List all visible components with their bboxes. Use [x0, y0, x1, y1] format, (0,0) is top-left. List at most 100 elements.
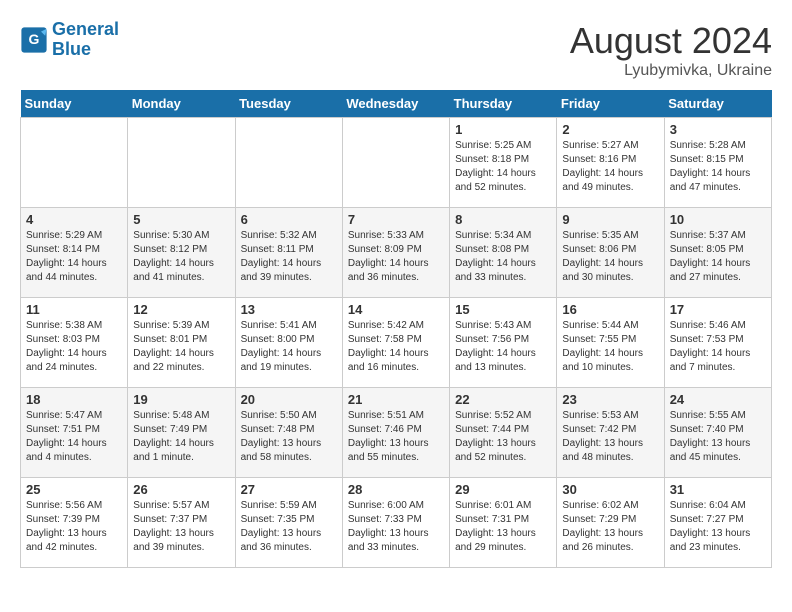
day-number: 25 [26, 482, 122, 497]
calendar-cell: 28 Sunrise: 6:00 AM Sunset: 7:33 PM Dayli… [342, 478, 449, 568]
month-title: August 2024 [570, 20, 772, 62]
svg-text:G: G [29, 31, 40, 47]
weekday-header-monday: Monday [128, 90, 235, 118]
cell-info: Sunrise: 5:38 AM Sunset: 8:03 PM Dayligh… [26, 319, 122, 375]
day-number: 21 [348, 392, 444, 407]
cell-info: Sunrise: 5:25 AM Sunset: 8:18 PM Dayligh… [455, 139, 551, 195]
calendar-cell [342, 118, 449, 208]
day-number: 12 [133, 302, 229, 317]
cell-info: Sunrise: 5:37 AM Sunset: 8:05 PM Dayligh… [670, 229, 766, 285]
calendar-cell: 15Sunrise: 5:43 AM Sunset: 7:56 PM Dayli… [450, 298, 557, 388]
cell-info: Sunrise: 5:57 AM Sunset: 7:37 PM Dayligh… [133, 499, 229, 555]
title-block: August 2024 Lyubymivka, Ukraine [570, 20, 772, 80]
page-header: G General Blue August 2024 Lyubymivka, U… [20, 20, 772, 80]
weekday-header-wednesday: Wednesday [342, 90, 449, 118]
cell-info: Sunrise: 5:46 AM Sunset: 7:53 PM Dayligh… [670, 319, 766, 375]
calendar-cell: 21 Sunrise: 5:51 AM Sunset: 7:46 PM Dayli… [342, 388, 449, 478]
day-number: 23 [562, 392, 658, 407]
cell-info: Sunrise: 5:34 AM Sunset: 8:08 PM Dayligh… [455, 229, 551, 285]
calendar-cell: 31 Sunrise: 6:04 AM Sunset: 7:27 PM Dayli… [664, 478, 771, 568]
location: Lyubymivka, Ukraine [570, 62, 772, 80]
calendar-cell [21, 118, 128, 208]
calendar-cell: 29 Sunrise: 6:01 AM Sunset: 7:31 PM Dayli… [450, 478, 557, 568]
weekday-header-friday: Friday [557, 90, 664, 118]
cell-info: Sunrise: 6:02 AM Sunset: 7:29 PM Dayligh… [562, 499, 658, 555]
calendar-cell: 11 Sunrise: 5:38 AM Sunset: 8:03 PM Dayli… [21, 298, 128, 388]
calendar-cell: 24Sunrise: 5:55 AM Sunset: 7:40 PM Dayli… [664, 388, 771, 478]
weekday-header-saturday: Saturday [664, 90, 771, 118]
day-number: 9 [562, 212, 658, 227]
cell-info: Sunrise: 5:47 AM Sunset: 7:51 PM Dayligh… [26, 409, 122, 465]
calendar-cell: 7 Sunrise: 5:33 AM Sunset: 8:09 PM Daylig… [342, 208, 449, 298]
day-number: 7 [348, 212, 444, 227]
calendar-cell: 25 Sunrise: 5:56 AM Sunset: 7:39 PM Dayli… [21, 478, 128, 568]
day-number: 29 [455, 482, 551, 497]
calendar-cell: 8 Sunrise: 5:34 AM Sunset: 8:08 PM Daylig… [450, 208, 557, 298]
day-number: 20 [241, 392, 337, 407]
day-number: 31 [670, 482, 766, 497]
cell-info: Sunrise: 5:50 AM Sunset: 7:48 PM Dayligh… [241, 409, 337, 465]
calendar-cell: 3Sunrise: 5:28 AM Sunset: 8:15 PM Daylig… [664, 118, 771, 208]
day-number: 8 [455, 212, 551, 227]
calendar-cell: 10 Sunrise: 5:37 AM Sunset: 8:05 PM Dayli… [664, 208, 771, 298]
day-number: 30 [562, 482, 658, 497]
day-number: 22 [455, 392, 551, 407]
cell-info: Sunrise: 5:48 AM Sunset: 7:49 PM Dayligh… [133, 409, 229, 465]
day-number: 4 [26, 212, 122, 227]
calendar-cell: 6 Sunrise: 5:32 AM Sunset: 8:11 PM Daylig… [235, 208, 342, 298]
day-number: 27 [241, 482, 337, 497]
calendar-cell: 22 Sunrise: 5:52 AM Sunset: 7:44 PM Dayli… [450, 388, 557, 478]
day-number: 1 [455, 122, 551, 137]
day-number: 26 [133, 482, 229, 497]
day-number: 10 [670, 212, 766, 227]
cell-info: Sunrise: 5:30 AM Sunset: 8:12 PM Dayligh… [133, 229, 229, 285]
cell-info: Sunrise: 5:56 AM Sunset: 7:39 PM Dayligh… [26, 499, 122, 555]
calendar-cell: 27 Sunrise: 5:59 AM Sunset: 7:35 PM Dayli… [235, 478, 342, 568]
cell-info: Sunrise: 5:52 AM Sunset: 7:44 PM Dayligh… [455, 409, 551, 465]
cell-info: Sunrise: 5:41 AM Sunset: 8:00 PM Dayligh… [241, 319, 337, 375]
calendar-cell: 19 Sunrise: 5:48 AM Sunset: 7:49 PM Dayli… [128, 388, 235, 478]
calendar-cell: 1 Sunrise: 5:25 AM Sunset: 8:18 PM Daylig… [450, 118, 557, 208]
day-number: 13 [241, 302, 337, 317]
day-number: 6 [241, 212, 337, 227]
logo-text: General Blue [52, 20, 119, 60]
cell-info: Sunrise: 5:43 AM Sunset: 7:56 PM Dayligh… [455, 319, 551, 375]
calendar-cell: 16 Sunrise: 5:44 AM Sunset: 7:55 PM Dayli… [557, 298, 664, 388]
day-number: 24 [670, 392, 766, 407]
cell-info: Sunrise: 5:27 AM Sunset: 8:16 PM Dayligh… [562, 139, 658, 195]
calendar-cell: 18 Sunrise: 5:47 AM Sunset: 7:51 PM Dayli… [21, 388, 128, 478]
day-number: 2 [562, 122, 658, 137]
calendar-cell: 5 Sunrise: 5:30 AM Sunset: 8:12 PM Daylig… [128, 208, 235, 298]
cell-info: Sunrise: 6:04 AM Sunset: 7:27 PM Dayligh… [670, 499, 766, 555]
cell-info: Sunrise: 5:51 AM Sunset: 7:46 PM Dayligh… [348, 409, 444, 465]
cell-info: Sunrise: 5:44 AM Sunset: 7:55 PM Dayligh… [562, 319, 658, 375]
cell-info: Sunrise: 5:33 AM Sunset: 8:09 PM Dayligh… [348, 229, 444, 285]
cell-info: Sunrise: 5:28 AM Sunset: 8:15 PM Dayligh… [670, 139, 766, 195]
weekday-header-sunday: Sunday [21, 90, 128, 118]
cell-info: Sunrise: 5:59 AM Sunset: 7:35 PM Dayligh… [241, 499, 337, 555]
calendar-cell: 12 Sunrise: 5:39 AM Sunset: 8:01 PM Dayli… [128, 298, 235, 388]
logo-icon: G [20, 26, 48, 54]
day-number: 18 [26, 392, 122, 407]
cell-info: Sunrise: 6:01 AM Sunset: 7:31 PM Dayligh… [455, 499, 551, 555]
calendar-cell: 30 Sunrise: 6:02 AM Sunset: 7:29 PM Dayli… [557, 478, 664, 568]
calendar-cell: 13 Sunrise: 5:41 AM Sunset: 8:00 PM Dayli… [235, 298, 342, 388]
calendar-cell: 2 Sunrise: 5:27 AM Sunset: 8:16 PM Daylig… [557, 118, 664, 208]
day-number: 16 [562, 302, 658, 317]
calendar-cell: 9Sunrise: 5:35 AM Sunset: 8:06 PM Daylig… [557, 208, 664, 298]
calendar-cell: 4Sunrise: 5:29 AM Sunset: 8:14 PM Daylig… [21, 208, 128, 298]
calendar-cell: 20 Sunrise: 5:50 AM Sunset: 7:48 PM Dayli… [235, 388, 342, 478]
cell-info: Sunrise: 5:32 AM Sunset: 8:11 PM Dayligh… [241, 229, 337, 285]
day-number: 11 [26, 302, 122, 317]
day-number: 19 [133, 392, 229, 407]
cell-info: Sunrise: 5:39 AM Sunset: 8:01 PM Dayligh… [133, 319, 229, 375]
logo: G General Blue [20, 20, 119, 60]
day-number: 28 [348, 482, 444, 497]
day-number: 5 [133, 212, 229, 227]
calendar-cell: 17Sunrise: 5:46 AM Sunset: 7:53 PM Dayli… [664, 298, 771, 388]
weekday-header-thursday: Thursday [450, 90, 557, 118]
weekday-header-tuesday: Tuesday [235, 90, 342, 118]
cell-info: Sunrise: 6:00 AM Sunset: 7:33 PM Dayligh… [348, 499, 444, 555]
calendar-cell [235, 118, 342, 208]
day-number: 14 [348, 302, 444, 317]
